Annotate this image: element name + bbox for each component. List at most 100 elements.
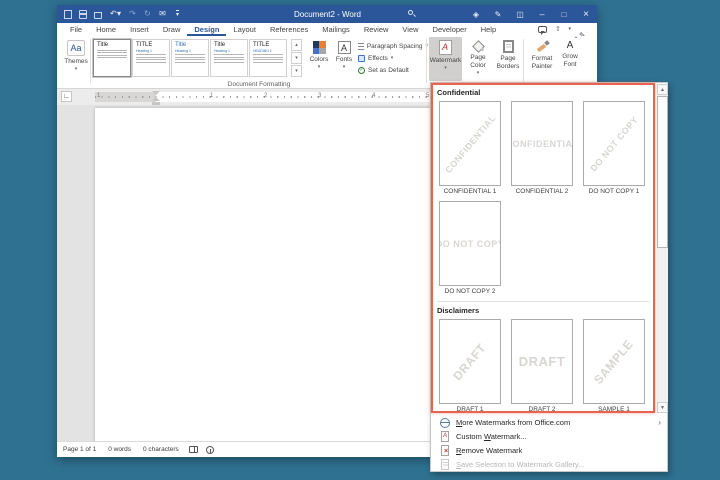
- scroll-down-icon[interactable]: ▼: [657, 402, 668, 413]
- set-as-default-button[interactable]: ✓ Set as Default: [358, 64, 428, 76]
- menu-item-custom-watermark[interactable]: Custom Watermark...: [431, 429, 669, 443]
- draw-icon[interactable]: ✎: [487, 5, 509, 23]
- indent-markers[interactable]: [152, 91, 160, 104]
- hanging-indent-marker[interactable]: [152, 97, 160, 101]
- customize-quick-access-toolbar-icon[interactable]: [173, 10, 182, 19]
- menu-item-more-watermarks-from-office-com[interactable]: More Watermarks from Office.com›: [431, 415, 669, 429]
- watermark-menu-commands: More Watermarks from Office.com›Custom W…: [431, 415, 669, 471]
- tab-view[interactable]: View: [395, 23, 425, 36]
- style-set-gallery: TitleTITLEHeading 1TitleHeading 1TitleHe…: [93, 39, 289, 77]
- gallery-down-icon[interactable]: ▾: [291, 52, 302, 64]
- email-icon[interactable]: [158, 10, 167, 19]
- save-gallery-icon: [439, 459, 450, 470]
- tab-layout[interactable]: Layout: [226, 23, 263, 36]
- page-number-indicator[interactable]: Page 1 of 1: [57, 446, 102, 453]
- gallery-more-icon[interactable]: ▾: [291, 65, 302, 77]
- proofing-icon[interactable]: [189, 446, 198, 453]
- tab-help[interactable]: Help: [474, 23, 503, 36]
- gallery-scrollbar[interactable]: ▲ ▼: [657, 84, 668, 413]
- page-color-button[interactable]: Page Color ▾: [464, 37, 492, 81]
- maximize-icon[interactable]: □: [553, 5, 575, 23]
- word-count-indicator[interactable]: 0 words: [102, 446, 137, 453]
- watermark-preview-text: DRAFT: [519, 354, 566, 369]
- watermark-dropdown-menu: ConfidentialCONFIDENTIALCONFIDENTIAL 1CO…: [430, 82, 668, 472]
- scrollbar-thumb[interactable]: [657, 96, 668, 248]
- tab-stop-selector[interactable]: ∟: [61, 91, 72, 102]
- style-preview-lines: [214, 54, 244, 63]
- menubar-right-icons: [538, 25, 597, 34]
- grow-font-button[interactable]: A Grow Font: [559, 37, 581, 81]
- chevron-down-icon: ▾: [318, 65, 321, 70]
- chevron-down-icon: ▾: [391, 56, 394, 61]
- tab-review[interactable]: Review: [357, 23, 396, 36]
- watermark-option-do-not-copy-1[interactable]: DO NOT COPYDO NOT COPY 1: [583, 101, 645, 195]
- gallery-up-icon[interactable]: ▴: [291, 39, 302, 51]
- fonts-button[interactable]: A Fonts ▾: [333, 37, 355, 81]
- watermark-preview-text: DO NOT COPY: [439, 239, 501, 249]
- redo-icon[interactable]: [128, 10, 137, 19]
- watermark-thumbnail: SAMPLE: [583, 319, 645, 404]
- format-painter-icon: [536, 41, 549, 53]
- watermark-option-do-not-copy-2[interactable]: DO NOT COPYDO NOT COPY 2: [439, 201, 501, 295]
- first-line-indent-marker[interactable]: [152, 91, 160, 95]
- ribbon-display-options-icon[interactable]: ◫: [509, 5, 531, 23]
- page-borders-icon: [503, 40, 514, 53]
- save-icon[interactable]: [78, 10, 87, 19]
- menu-item-remove-watermark[interactable]: Remove Watermark: [431, 443, 669, 457]
- style-title: TITLE: [253, 42, 283, 49]
- watermark-option-confidential-2[interactable]: CONFIDENTIALCONFIDENTIAL 2: [511, 101, 573, 195]
- group-separator: [426, 39, 427, 83]
- themes-button[interactable]: Aa Themes ▾: [61, 37, 91, 81]
- watermark-gallery: ConfidentialCONFIDENTIALCONFIDENTIAL 1CO…: [431, 83, 655, 413]
- undo-icon[interactable]: [108, 10, 122, 19]
- watermark-thumbnail: DRAFT: [439, 319, 501, 404]
- style-set-thumbnail-1[interactable]: Title: [93, 39, 131, 77]
- watermark-option-draft-2[interactable]: DRAFTDRAFT 2: [511, 319, 573, 413]
- style-title: Title: [97, 42, 127, 49]
- ruler-number: 2: [264, 93, 267, 99]
- tab-insert[interactable]: Insert: [123, 23, 156, 36]
- tab-home[interactable]: Home: [89, 23, 123, 36]
- search-icon[interactable]: [407, 9, 417, 19]
- refresh-icon[interactable]: [143, 10, 152, 19]
- effects-button[interactable]: Effects ▾: [358, 52, 428, 64]
- style-set-thumbnail-3[interactable]: TitleHeading 1: [171, 39, 209, 77]
- paragraph-spacing-button[interactable]: Paragraph Spacing ▾: [358, 40, 428, 52]
- accessibility-icon[interactable]: [206, 446, 214, 454]
- page-glyph: [441, 431, 449, 442]
- close-icon[interactable]: ×: [575, 5, 597, 23]
- tab-draw[interactable]: Draw: [156, 23, 188, 36]
- style-set-thumbnail-4[interactable]: TitleHeading 1: [210, 39, 248, 77]
- watermark-option-draft-1[interactable]: DRAFTDRAFT 1: [439, 319, 501, 413]
- menu-item-label: Remove Watermark: [456, 446, 522, 455]
- open-folder-icon[interactable]: [93, 10, 102, 19]
- ruler-number: 3: [318, 93, 321, 99]
- minimize-icon[interactable]: –: [531, 5, 553, 23]
- watermark-button[interactable]: Watermark ▾: [429, 37, 462, 81]
- paragraph-spacing-icon: [358, 43, 364, 50]
- chevron-down-icon: ▾: [343, 65, 346, 70]
- style-set-thumbnail-2[interactable]: TITLEHeading 1: [132, 39, 170, 77]
- comments-icon[interactable]: [538, 26, 547, 33]
- tab-references[interactable]: References: [263, 23, 315, 36]
- character-count-indicator[interactable]: 0 characters: [137, 446, 185, 453]
- style-set-thumbnail-5[interactable]: TITLEHEADING 1: [249, 39, 287, 77]
- globe-icon: [439, 417, 450, 428]
- format-painter-button[interactable]: Format Painter: [527, 37, 557, 81]
- whats-new-icon[interactable]: ◈: [465, 5, 487, 23]
- paste-icon[interactable]: [63, 10, 72, 19]
- share-icon[interactable]: [555, 26, 571, 34]
- watermark-option-confidential-1[interactable]: CONFIDENTIALCONFIDENTIAL 1: [439, 101, 501, 195]
- colors-button[interactable]: Colors ▾: [307, 37, 331, 81]
- tab-file[interactable]: File: [63, 23, 89, 36]
- editing-icon[interactable]: [579, 25, 587, 34]
- section-header-disclaimers: Disclaimers: [437, 306, 649, 315]
- page-borders-button[interactable]: Page Borders: [494, 37, 522, 81]
- tab-design[interactable]: Design: [187, 23, 226, 36]
- tab-developer[interactable]: Developer: [426, 23, 474, 36]
- watermark-option-sample-1[interactable]: SAMPLESAMPLE 1: [583, 319, 645, 413]
- watermark-option-label: CONFIDENTIAL 2: [511, 188, 573, 195]
- tab-mailings[interactable]: Mailings: [315, 23, 357, 36]
- group-label-document-formatting: Document Formatting: [93, 81, 425, 88]
- scroll-up-icon[interactable]: ▲: [657, 84, 668, 95]
